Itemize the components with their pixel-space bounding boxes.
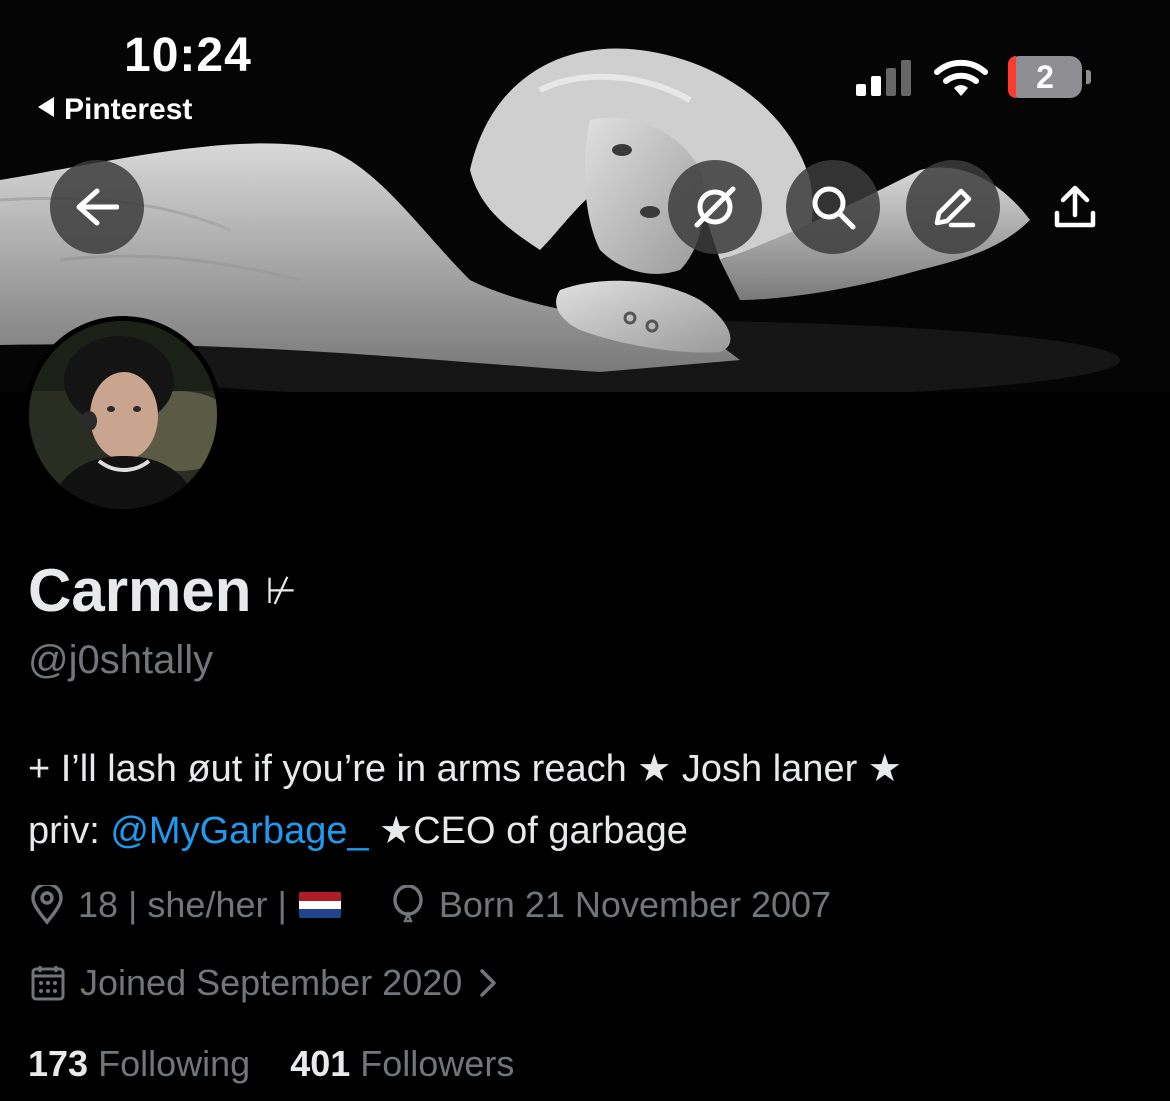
followers-label: Followers	[360, 1043, 515, 1084]
following-link[interactable]: 173 Following	[28, 1043, 250, 1084]
birthday-text: Born 21 November 2007	[438, 884, 832, 925]
cellular-signal-icon	[856, 60, 911, 96]
display-name-text: Carmen	[28, 557, 252, 624]
status-bar: 10:24 Pinterest 2	[0, 0, 1170, 140]
profile-meta-row: 18 | she/her | Born 21 November 2007	[30, 884, 831, 926]
followers-count: 401	[290, 1043, 351, 1084]
edit-button[interactable]	[906, 160, 1000, 254]
avatar[interactable]	[24, 316, 222, 514]
back-triangle-icon	[38, 97, 54, 117]
name-glyph: ⊬	[265, 570, 297, 611]
wifi-icon	[934, 59, 988, 96]
share-button[interactable]	[1028, 160, 1122, 254]
display-name: Carmen ⊬	[28, 556, 297, 625]
battery-indicator: 2	[1008, 56, 1091, 98]
avatar-photo	[29, 321, 217, 509]
profile-handle: @j0shtally	[28, 638, 214, 682]
joined-row[interactable]: Joined September 2020	[30, 962, 500, 1004]
follow-stats: 173 Following 401 Followers	[28, 1043, 514, 1085]
back-button[interactable]	[50, 160, 144, 254]
bio-line-2: priv: @MyGarbage_ ★CEO of garbage	[28, 800, 1128, 862]
followers-link[interactable]: 401 Followers	[290, 1043, 514, 1084]
search-icon	[812, 186, 856, 230]
bio-line-1: + I’ll lash øut if you’re in arms reach …	[28, 748, 902, 790]
following-count: 173	[28, 1043, 89, 1084]
search-button[interactable]	[786, 160, 880, 254]
slashed-circle-icon	[694, 186, 736, 228]
arrow-left-icon	[76, 188, 119, 226]
pencil-icon	[934, 188, 976, 228]
location-pin-icon	[31, 885, 63, 925]
netherlands-flag-icon	[298, 892, 341, 918]
profile-bio: + I’ll lash øut if you’re in arms reach …	[28, 738, 1128, 862]
clock: 10:24	[124, 29, 252, 82]
back-app-label: Pinterest	[64, 93, 193, 126]
balloon-icon	[393, 885, 423, 923]
following-label: Following	[98, 1043, 251, 1084]
chevron-right-icon	[480, 969, 497, 997]
calendar-icon	[31, 966, 65, 1001]
back-to-app-link[interactable]: Pinterest	[38, 93, 192, 127]
bio-prefix: priv:	[28, 810, 111, 852]
battery-level: 2	[1036, 59, 1054, 95]
joined-text: Joined September 2020	[80, 962, 463, 1003]
grok-button[interactable]	[668, 160, 762, 254]
share-upload-icon	[1054, 185, 1096, 228]
bio-mention-link[interactable]: @MyGarbage_	[110, 810, 368, 852]
bio-suffix: ★CEO of garbage	[368, 810, 688, 852]
location-text: 18 | she/her |	[78, 884, 287, 925]
